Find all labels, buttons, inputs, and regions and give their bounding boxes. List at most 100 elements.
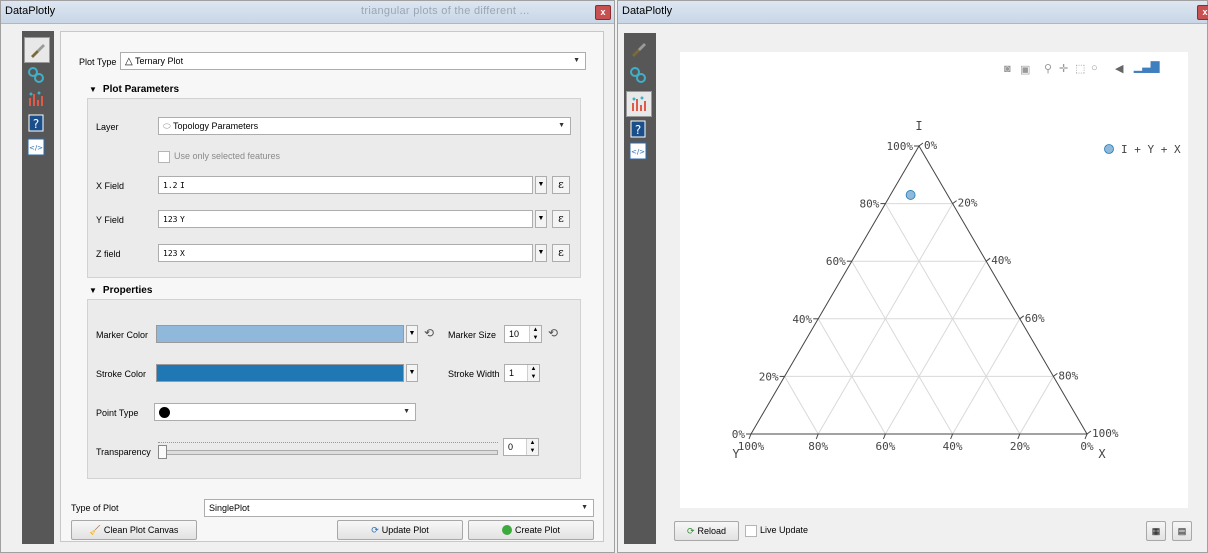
code-icon: </> bbox=[629, 142, 647, 160]
tab-properties[interactable] bbox=[628, 65, 648, 85]
tab-properties[interactable] bbox=[26, 65, 46, 85]
layer-value: Topology Parameters bbox=[173, 121, 259, 131]
stroke-width-spinbox[interactable]: 1 ▲ ▼ bbox=[504, 364, 540, 382]
clean-button-label: Clean Plot Canvas bbox=[103, 525, 179, 535]
plot-parameters-title: Plot Parameters bbox=[102, 84, 180, 95]
x-field-type: 1.2 bbox=[163, 181, 178, 190]
slider-track bbox=[158, 450, 498, 455]
tab-plot-view[interactable] bbox=[26, 89, 46, 109]
marker-color-label: Marker Color bbox=[96, 330, 149, 340]
clean-plot-canvas-button[interactable]: 🧹 Clean Plot Canvas bbox=[71, 520, 197, 540]
data-defined-override-icon[interactable]: ⟲ bbox=[548, 326, 558, 340]
window-title: DataPlotly bbox=[622, 5, 673, 17]
marker-color-dropdown[interactable]: ▼ bbox=[406, 325, 418, 343]
y-field-combo[interactable]: 123 Y bbox=[158, 210, 533, 228]
z-field-expression-button[interactable]: ε bbox=[552, 244, 570, 262]
svg-text:</>: </> bbox=[631, 148, 645, 156]
properties-group: Marker Color ▼ ⟲ Marker Size 10 ▲ ▼ ⟲ Stro… bbox=[87, 299, 581, 479]
zoom-icon[interactable]: ⚲ bbox=[1044, 62, 1052, 75]
transparency-slider[interactable] bbox=[158, 438, 498, 459]
properties-title: Properties bbox=[102, 285, 153, 296]
y-field-dropdown[interactable]: ▼ bbox=[535, 210, 547, 228]
html-export-icon: ▤ bbox=[1177, 525, 1187, 536]
type-of-plot-combo[interactable]: SinglePlot ▼ bbox=[204, 499, 594, 517]
collapse-triangle-icon: ▼ bbox=[89, 286, 97, 295]
tab-help[interactable]: ? bbox=[628, 119, 648, 139]
z-field-value: X bbox=[179, 249, 185, 258]
type-of-plot-value: SinglePlot bbox=[209, 503, 250, 513]
title-bar: DataPlotly triangular plots of the diffe… bbox=[1, 1, 614, 24]
image-export-icon: ▦ bbox=[1151, 525, 1161, 536]
create-plot-button[interactable]: Create Plot bbox=[468, 520, 594, 540]
close-button[interactable]: x bbox=[1197, 5, 1208, 20]
data-defined-override-icon[interactable]: ⟲ bbox=[424, 326, 434, 340]
live-update-checkbox[interactable] bbox=[745, 525, 757, 537]
export-html-button[interactable]: ▤ bbox=[1172, 521, 1192, 541]
camera-icon[interactable]: ◙ bbox=[1004, 63, 1011, 75]
box-select-icon[interactable]: ⬚ bbox=[1075, 62, 1085, 75]
reload-label: Reload bbox=[697, 526, 727, 536]
tab-code[interactable]: </> bbox=[628, 141, 648, 161]
dataplotly-settings-window: DataPlotly triangular plots of the diffe… bbox=[0, 0, 615, 553]
reload-button[interactable]: ⟳ Reload bbox=[674, 521, 739, 541]
x-field-value: I bbox=[179, 181, 185, 190]
close-button[interactable]: x bbox=[595, 5, 611, 20]
side-toolbar: ? </> bbox=[22, 31, 54, 544]
properties-header[interactable]: ▼ Properties bbox=[89, 285, 152, 296]
plotly-logo-icon[interactable]: ▁▃▇ bbox=[1134, 60, 1159, 73]
background-window-title: triangular plots of the different ... bbox=[361, 5, 530, 17]
stroke-color-dropdown[interactable]: ▼ bbox=[406, 364, 418, 382]
lasso-icon[interactable]: ○ bbox=[1091, 62, 1098, 74]
transparency-spinbox[interactable]: 0 ▲ ▼ bbox=[503, 438, 539, 456]
tab-help[interactable]: ? bbox=[26, 113, 46, 133]
gears-icon bbox=[630, 67, 646, 83]
chevron-down-icon: ▼ bbox=[403, 408, 410, 415]
tab-plot-settings[interactable] bbox=[24, 37, 50, 63]
export-image-button[interactable]: ▦ bbox=[1146, 521, 1166, 541]
svg-text:</>: </> bbox=[29, 144, 43, 152]
tab-plot-settings[interactable] bbox=[628, 39, 648, 59]
settings-panel: Plot Type △ Ternary Plot ▼ ▼ Plot Paramet… bbox=[60, 31, 604, 542]
code-icon: </> bbox=[27, 138, 45, 156]
stroke-width-value: 1 bbox=[509, 368, 515, 378]
tab-plot-view[interactable] bbox=[626, 91, 652, 117]
update-plot-button[interactable]: ⟳ Update Plot bbox=[337, 520, 463, 540]
plot-type-combo[interactable]: △ Ternary Plot ▼ bbox=[120, 52, 586, 70]
create-icon bbox=[501, 525, 512, 535]
point-type-combo[interactable]: ▼ bbox=[154, 403, 416, 421]
plot-canvas bbox=[680, 52, 1188, 508]
layer-label: Layer bbox=[96, 122, 119, 132]
tab-code[interactable]: </> bbox=[26, 137, 46, 157]
slider-handle[interactable] bbox=[158, 445, 167, 459]
x-field-combo[interactable]: 1.2 I bbox=[158, 176, 533, 194]
x-field-dropdown[interactable]: ▼ bbox=[535, 176, 547, 194]
window-title: DataPlotly bbox=[5, 5, 56, 17]
chevron-down-icon: ▼ bbox=[558, 122, 565, 129]
live-update-label: Live Update bbox=[760, 525, 809, 535]
stroke-color-label: Stroke Color bbox=[96, 369, 147, 379]
z-field-dropdown[interactable]: ▼ bbox=[535, 244, 547, 262]
svg-text:?: ? bbox=[33, 117, 39, 131]
plot-icon bbox=[632, 96, 646, 111]
help-icon: ? bbox=[630, 120, 646, 138]
marker-color-button[interactable] bbox=[156, 325, 404, 343]
x-field-label: X Field bbox=[96, 181, 125, 191]
pan-icon[interactable]: ✛ bbox=[1059, 62, 1068, 75]
z-field-combo[interactable]: 123 X bbox=[158, 244, 533, 262]
y-field-expression-button[interactable]: ε bbox=[552, 210, 570, 228]
update-button-label: Update Plot bbox=[381, 525, 429, 535]
marker-size-spinbox[interactable]: 10 ▲ ▼ bbox=[504, 325, 542, 343]
layer-combo[interactable]: ⬭ Topology Parameters ▼ bbox=[158, 117, 571, 135]
point-type-label: Point Type bbox=[96, 408, 139, 418]
stroke-width-label: Stroke Width bbox=[448, 369, 500, 379]
marker-size-value: 10 bbox=[509, 329, 520, 339]
brush-icon bbox=[31, 44, 45, 58]
plot-parameters-header[interactable]: ▼ Plot Parameters bbox=[89, 84, 179, 95]
stroke-color-button[interactable] bbox=[156, 364, 404, 382]
collapse-triangle-icon: ▼ bbox=[89, 85, 97, 94]
x-field-expression-button[interactable]: ε bbox=[552, 176, 570, 194]
selected-features-checkbox[interactable] bbox=[158, 151, 170, 163]
save-icon[interactable]: ▣ bbox=[1020, 63, 1030, 76]
toggle-spike-icon[interactable]: ◀ bbox=[1115, 62, 1123, 75]
plot-parameters-group: Layer ⬭ Topology Parameters ▼ Use only s… bbox=[87, 98, 581, 278]
